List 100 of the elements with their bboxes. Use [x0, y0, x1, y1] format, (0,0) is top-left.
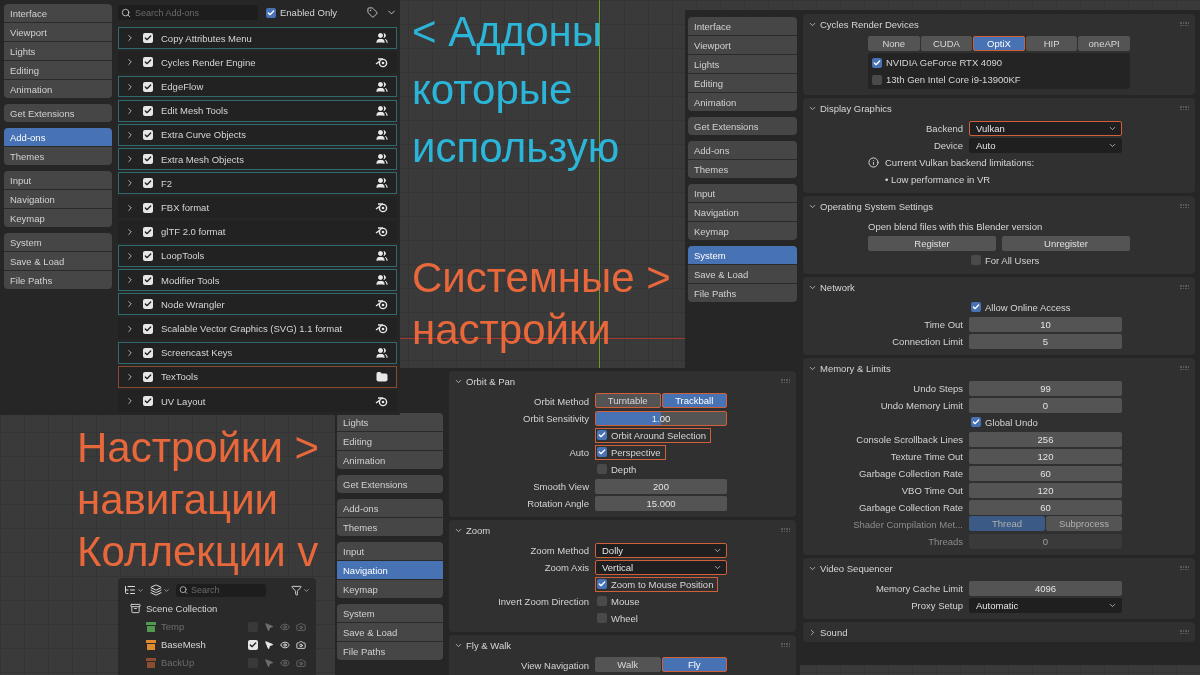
- drag-handle-icon[interactable]: [781, 528, 790, 532]
- eye-icon[interactable]: [280, 639, 290, 650]
- number-field[interactable]: 200: [595, 478, 727, 494]
- addon-row[interactable]: Cycles Render Engine: [118, 51, 397, 74]
- slider[interactable]: 1.00: [595, 410, 727, 426]
- checkbox[interactable]: [872, 74, 882, 85]
- toggle-option[interactable]: None: [868, 36, 920, 51]
- panel-title[interactable]: Operating System Settings: [820, 200, 933, 212]
- addon-row[interactable]: Edit Mesh Tools: [118, 99, 397, 122]
- sidebar-item[interactable]: Input: [688, 184, 797, 202]
- panel-title[interactable]: Sound: [820, 626, 848, 638]
- sidebar-item[interactable]: Lights: [4, 42, 112, 60]
- checkbox[interactable]: [597, 579, 607, 589]
- checkbox[interactable]: [143, 250, 153, 261]
- layers-icon[interactable]: [150, 584, 170, 596]
- sidebar-item[interactable]: Save & Load: [688, 265, 797, 283]
- checkbox-option[interactable]: Depth: [595, 461, 642, 477]
- addon-row[interactable]: Screencast Keys: [118, 341, 397, 364]
- number-field[interactable]: 99: [969, 380, 1122, 396]
- chevron-right-icon[interactable]: [125, 202, 135, 213]
- sidebar-item[interactable]: File Paths: [4, 271, 112, 289]
- checkbox[interactable]: [872, 57, 882, 68]
- dropdown[interactable]: Automatic: [969, 597, 1122, 613]
- drag-handle-icon[interactable]: [781, 379, 790, 383]
- camera-icon[interactable]: [296, 639, 306, 650]
- checkbox[interactable]: [143, 57, 153, 68]
- chevron-right-icon[interactable]: [125, 275, 135, 286]
- checkbox-option[interactable]: Orbit Around Selection: [595, 427, 712, 443]
- sidebar-item[interactable]: Navigation: [4, 190, 112, 208]
- pointer-icon[interactable]: [264, 639, 274, 650]
- panel-title[interactable]: Cycles Render Devices: [820, 18, 919, 30]
- addon-row[interactable]: Extra Curve Objects: [118, 124, 397, 146]
- checkbox[interactable]: [143, 154, 153, 165]
- addon-row[interactable]: glTF 2.0 format: [118, 220, 397, 243]
- sidebar-item[interactable]: Editing: [4, 61, 112, 79]
- display-mode-icon[interactable]: [124, 584, 144, 596]
- checkbox[interactable]: [597, 464, 607, 474]
- number-field[interactable]: 60: [969, 465, 1122, 481]
- sidebar-item[interactable]: Themes: [688, 160, 797, 178]
- sidebar-item[interactable]: Interface: [4, 4, 112, 22]
- sidebar-item[interactable]: Keymap: [688, 222, 797, 240]
- checkbox[interactable]: [143, 226, 153, 237]
- drag-handle-icon[interactable]: [1180, 366, 1189, 370]
- chevron-right-icon[interactable]: [125, 57, 135, 68]
- number-field[interactable]: 4096: [969, 580, 1122, 596]
- sidebar-item[interactable]: Add-ons: [4, 128, 112, 146]
- sidebar-item[interactable]: Input: [337, 542, 443, 560]
- addon-row[interactable]: FBX format: [118, 196, 397, 219]
- addon-row[interactable]: Copy Attributes Menu: [118, 27, 397, 50]
- toggle-option[interactable]: CUDA: [920, 36, 973, 51]
- sidebar-item[interactable]: Navigation: [337, 561, 443, 579]
- sidebar-item[interactable]: System: [688, 246, 797, 264]
- checkbox[interactable]: [597, 613, 607, 623]
- number-field[interactable]: 5: [969, 333, 1122, 349]
- checkbox[interactable]: [143, 105, 153, 116]
- chevron-right-icon[interactable]: [808, 627, 817, 637]
- checkbox[interactable]: [143, 81, 153, 92]
- sidebar-item[interactable]: File Paths: [337, 642, 443, 660]
- panel-title[interactable]: Orbit & Pan: [466, 375, 516, 387]
- toggle-option[interactable]: oneAPI: [1078, 36, 1130, 51]
- checkbox[interactable]: [143, 396, 153, 407]
- drag-handle-icon[interactable]: [781, 643, 790, 647]
- sidebar-item[interactable]: Lights: [337, 413, 443, 431]
- sidebar-item[interactable]: Save & Load: [337, 623, 443, 641]
- checkbox-option[interactable]: Global Undo: [969, 414, 1043, 430]
- dropdown[interactable]: Auto: [969, 137, 1122, 153]
- sidebar-item[interactable]: Lights: [688, 55, 797, 73]
- sidebar-item[interactable]: Keymap: [337, 580, 443, 598]
- checkbox[interactable]: [266, 7, 276, 18]
- addon-row[interactable]: Extra Mesh Objects: [118, 148, 397, 171]
- checkbox[interactable]: [143, 323, 153, 334]
- sidebar-item[interactable]: Keymap: [4, 209, 112, 227]
- chevron-right-icon[interactable]: [125, 250, 135, 261]
- checkbox-option[interactable]: For All Users: [969, 252, 1045, 268]
- checkbox[interactable]: [143, 275, 153, 286]
- checkbox[interactable]: [143, 371, 153, 382]
- sidebar-item[interactable]: Viewport: [4, 23, 112, 41]
- addon-row[interactable]: Node Wrangler: [118, 293, 397, 316]
- addon-row[interactable]: Scalable Vector Graphics (SVG) 1.1 format: [118, 317, 397, 340]
- chevron-right-icon[interactable]: [125, 178, 135, 189]
- tag-icon[interactable]: [367, 7, 378, 19]
- collection-name[interactable]: Scene Collection: [146, 603, 218, 614]
- action-button[interactable]: Unregister: [1002, 235, 1130, 251]
- chevron-right-icon[interactable]: [125, 33, 135, 44]
- sidebar-item[interactable]: Get Extensions: [337, 475, 443, 493]
- addon-row[interactable]: EdgeFlow: [118, 75, 397, 98]
- sidebar-item[interactable]: Editing: [688, 74, 797, 92]
- sidebar-item[interactable]: Animation: [337, 451, 443, 469]
- drag-handle-icon[interactable]: [1180, 22, 1189, 26]
- search-field[interactable]: Search Add-ons: [118, 5, 258, 21]
- sidebar-item[interactable]: File Paths: [688, 284, 797, 302]
- panel-title[interactable]: Fly & Walk: [466, 639, 512, 651]
- number-field[interactable]: 15.000: [595, 495, 727, 511]
- addon-row[interactable]: F2: [118, 172, 397, 195]
- toggle-option[interactable]: Fly: [661, 657, 727, 672]
- search-field[interactable]: Search: [176, 583, 266, 597]
- sidebar-item[interactable]: Animation: [688, 93, 797, 111]
- number-field[interactable]: 60: [969, 499, 1122, 515]
- chevron-right-icon[interactable]: [125, 154, 135, 165]
- chevron-right-icon[interactable]: [125, 347, 135, 358]
